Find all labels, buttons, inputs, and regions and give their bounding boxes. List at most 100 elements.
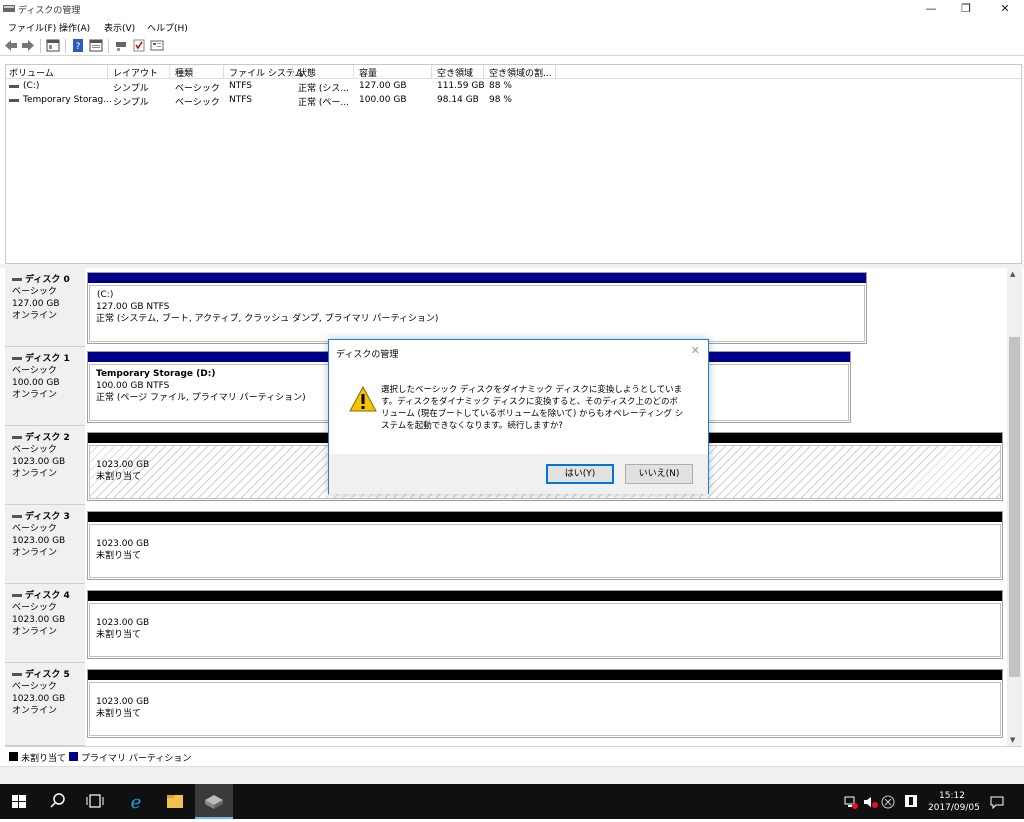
disk-type: ベーシック	[12, 603, 57, 613]
toolbar-separator	[65, 39, 66, 53]
warning-icon	[349, 386, 377, 412]
dialog-close-icon[interactable]: ✕	[691, 344, 700, 357]
clock-date: 2017/09/05	[928, 803, 980, 813]
disk-icon	[12, 278, 22, 281]
disk-label[interactable]: ディスク 2 ベーシック 1023.00 GB オンライン	[5, 426, 85, 505]
cell-capacity: 100.00 GB	[359, 95, 407, 105]
partition-body: (C:) 127.00 GB NTFS 正常 (システム, ブート, アクティブ…	[89, 285, 865, 342]
file-explorer-button[interactable]	[156, 784, 194, 819]
volume-list-header: ボリューム レイアウト 種類 ファイル システム 状態 容量 空き領域 空き領域…	[6, 65, 1021, 79]
unallocated-label: 未割り当て	[96, 709, 142, 719]
disk-label[interactable]: ディスク 3 ベーシック 1023.00 GB オンライン	[5, 505, 85, 584]
yes-button[interactable]: はい(Y)	[546, 464, 614, 484]
partition-bar	[88, 591, 1002, 601]
menu-action[interactable]: 操作(A)	[59, 21, 90, 34]
console-tree-icon[interactable]	[46, 39, 60, 52]
column-separator[interactable]	[483, 65, 484, 79]
column-separator[interactable]	[292, 65, 293, 79]
partition-label: (C:)	[97, 290, 114, 300]
column-volume[interactable]: ボリューム	[9, 66, 54, 79]
menu-help[interactable]: ヘルプ(H)	[147, 21, 188, 34]
close-button[interactable]: ✕	[988, 0, 1022, 18]
legend: 未割り当て プライマリ パーティション	[5, 746, 1022, 766]
network-icon[interactable]	[844, 795, 858, 809]
volume-muted-icon[interactable]	[862, 795, 878, 809]
disk-name: ディスク 0	[25, 275, 70, 285]
column-separator[interactable]	[431, 65, 432, 79]
unallocated-region-3[interactable]: 1023.00 GB 未割り当て	[87, 511, 1003, 580]
column-free-percent[interactable]: 空き領域の割...	[489, 66, 552, 79]
disk-type: ベーシック	[12, 682, 57, 692]
disk-type: ベーシック	[12, 524, 57, 534]
search-button[interactable]	[38, 784, 76, 819]
back-icon[interactable]	[4, 39, 18, 52]
disk-status: オンライン	[12, 311, 58, 321]
disk-name: ディスク 3	[25, 512, 70, 522]
partition-body: 1023.00 GB 未割り当て	[89, 603, 1001, 657]
volume-icon	[9, 99, 19, 102]
disk-icon	[12, 436, 22, 439]
menu-file[interactable]: ファイル(F)	[8, 21, 56, 34]
primary-partition-swatch	[69, 752, 78, 761]
disk-status: オンライン	[12, 627, 58, 637]
forward-icon[interactable]	[21, 39, 35, 52]
disk-name: ディスク 5	[25, 670, 70, 680]
settings-icon[interactable]	[150, 39, 164, 52]
column-separator[interactable]	[555, 65, 556, 79]
disk-name: ディスク 4	[25, 591, 70, 601]
task-view-button[interactable]	[76, 784, 114, 819]
clock[interactable]: 15:12 2017/09/05	[928, 790, 980, 814]
table-row[interactable]: (C:) シンプル ベーシック NTFS 正常 (シス... 127.00 GB…	[6, 80, 1021, 94]
column-status[interactable]: 状態	[298, 66, 316, 79]
column-separator[interactable]	[107, 65, 108, 79]
column-layout[interactable]: レイアウト	[113, 66, 158, 79]
notification-icon[interactable]	[990, 795, 1004, 809]
unallocated-region-4[interactable]: 1023.00 GB 未割り当て	[87, 590, 1003, 659]
svg-text:?: ?	[76, 42, 81, 52]
toolbar-separator	[108, 39, 109, 53]
help-icon[interactable]: ?	[71, 39, 85, 52]
legend-primary-partition: プライマリ パーティション	[81, 754, 192, 764]
start-button[interactable]	[0, 784, 38, 819]
column-separator[interactable]	[353, 65, 354, 79]
scroll-up-icon[interactable]: ▲	[1010, 270, 1015, 278]
disk-row-3: ディスク 3 ベーシック 1023.00 GB オンライン 1023.00 GB…	[5, 505, 1007, 584]
internet-explorer-icon: e	[131, 792, 142, 813]
disk-label[interactable]: ディスク 0 ベーシック 127.00 GB オンライン	[5, 268, 85, 347]
connect-icon[interactable]	[114, 39, 128, 52]
column-type[interactable]: 種類	[175, 66, 193, 79]
disk-size: 1023.00 GB	[12, 457, 66, 467]
error-icon[interactable]	[881, 795, 895, 809]
check-icon[interactable]	[132, 39, 146, 52]
partition-bar	[88, 273, 866, 283]
toolbar-separator	[40, 39, 41, 53]
svg-text:e: e	[131, 792, 142, 813]
partition-c[interactable]: (C:) 127.00 GB NTFS 正常 (システム, ブート, アクティブ…	[87, 272, 867, 344]
input-method-icon[interactable]	[904, 794, 918, 808]
scroll-down-icon[interactable]: ▼	[1010, 736, 1015, 744]
restore-button[interactable]: ❐	[949, 0, 983, 18]
status-bar	[0, 766, 1024, 784]
column-free-space[interactable]: 空き領域	[437, 66, 473, 79]
table-row[interactable]: Temporary Storag... シンプル ベーシック NTFS 正常 (…	[6, 94, 1021, 108]
disk-label[interactable]: ディスク 5 ベーシック 1023.00 GB オンライン	[5, 663, 85, 746]
scrollbar-thumb[interactable]	[1009, 337, 1020, 677]
no-button[interactable]: いいえ(N)	[625, 464, 693, 484]
unallocated-region-5[interactable]: 1023.00 GB 未割り当て	[87, 669, 1003, 738]
search-icon	[50, 793, 65, 808]
minimize-button[interactable]: —	[914, 0, 948, 18]
column-separator[interactable]	[223, 65, 224, 79]
unallocated-label: 未割り当て	[96, 630, 142, 640]
disk-label[interactable]: ディスク 4 ベーシック 1023.00 GB オンライン	[5, 584, 85, 663]
properties-icon[interactable]	[89, 39, 103, 52]
cell-status: 正常 (シス...	[298, 84, 349, 94]
column-capacity[interactable]: 容量	[359, 66, 377, 79]
menu-view[interactable]: 表示(V)	[104, 21, 135, 34]
disk-management-taskbar-button[interactable]	[195, 784, 233, 819]
column-separator[interactable]	[169, 65, 170, 79]
disk-label[interactable]: ディスク 1 ベーシック 100.00 GB オンライン	[5, 347, 85, 426]
disk-management-icon	[205, 795, 223, 809]
unallocated-size: 1023.00 GB	[96, 618, 150, 628]
internet-explorer-button[interactable]: e	[117, 784, 155, 819]
cell-free-percent: 88 %	[489, 81, 512, 91]
